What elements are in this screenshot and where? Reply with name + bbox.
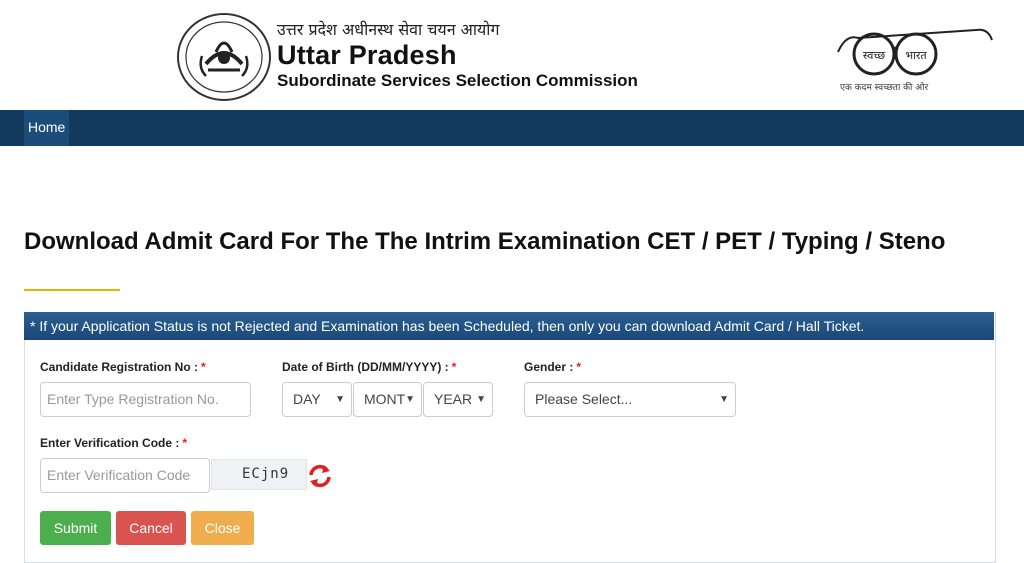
submit-button[interactable]: Submit [40, 511, 111, 545]
dob-day-select[interactable]: DAY ▼ [282, 382, 352, 417]
dob-year-select[interactable]: YEAR ▼ [423, 382, 493, 417]
site-header: उत्तर प्रदेश अधीनस्थ सेवा चयन आयोग Uttar… [0, 0, 1024, 110]
required-asterisk: * [201, 360, 206, 374]
verification-label: Enter Verification Code : * [40, 436, 187, 450]
notice-bar: * If your Application Status is not Reje… [24, 312, 994, 340]
site-subtitle: Subordinate Services Selection Commissio… [277, 71, 638, 90]
refresh-captcha-icon[interactable] [306, 462, 334, 490]
cancel-button[interactable]: Cancel [116, 511, 186, 545]
gender-label-text: Gender : [524, 360, 574, 374]
dob-label: Date of Birth (DD/MM/YYYY) : * [282, 360, 456, 374]
chevron-down-icon: ▼ [719, 394, 729, 405]
gender-select[interactable]: Please Select... ▼ [524, 382, 736, 417]
up-government-emblem [177, 13, 271, 101]
verification-label-text: Enter Verification Code : [40, 436, 180, 450]
nav-home-link[interactable]: Home [24, 110, 70, 146]
dob-label-text: Date of Birth (DD/MM/YYYY) : [282, 360, 449, 374]
gender-label: Gender : * [524, 360, 581, 374]
swachh-tagline: एक कदम स्वच्छता की ओर [840, 83, 929, 93]
dob-month-select[interactable]: MONT ▼ [353, 382, 422, 417]
registration-label-text: Candidate Registration No : [40, 360, 199, 374]
commission-hindi-name: उत्तर प्रदेश अधीनस्थ सेवा चयन आयोग [277, 20, 500, 39]
required-asterisk: * [182, 436, 188, 450]
chevron-down-icon: ▼ [335, 394, 345, 405]
registration-number-input[interactable]: Enter Type Registration No. [40, 382, 251, 417]
swachh-text: स्वच्छ [863, 49, 885, 62]
dob-year-value: YEAR [434, 391, 473, 407]
registration-label: Candidate Registration No : * [40, 360, 206, 374]
captcha-image: ECjn9 [211, 459, 307, 490]
chevron-down-icon: ▼ [476, 394, 486, 405]
required-asterisk: * [451, 360, 457, 374]
gender-value: Please Select... [535, 391, 633, 407]
close-button[interactable]: Close [191, 511, 254, 545]
required-asterisk: * [576, 360, 582, 374]
site-title: Uttar Pradesh [277, 40, 457, 70]
heading-underline [24, 289, 120, 291]
chevron-down-icon: ▼ [405, 394, 415, 405]
page-title: Download Admit Card For The The Intrim E… [24, 228, 946, 255]
bharat-text: भारत [905, 49, 927, 62]
dob-month-value: MONT [364, 391, 406, 407]
dob-day-value: DAY [293, 391, 321, 407]
captcha-text: ECjn9 [242, 466, 290, 482]
main-navigation: Home [0, 110, 1024, 146]
verification-code-input[interactable]: Enter Verification Code [40, 458, 210, 493]
